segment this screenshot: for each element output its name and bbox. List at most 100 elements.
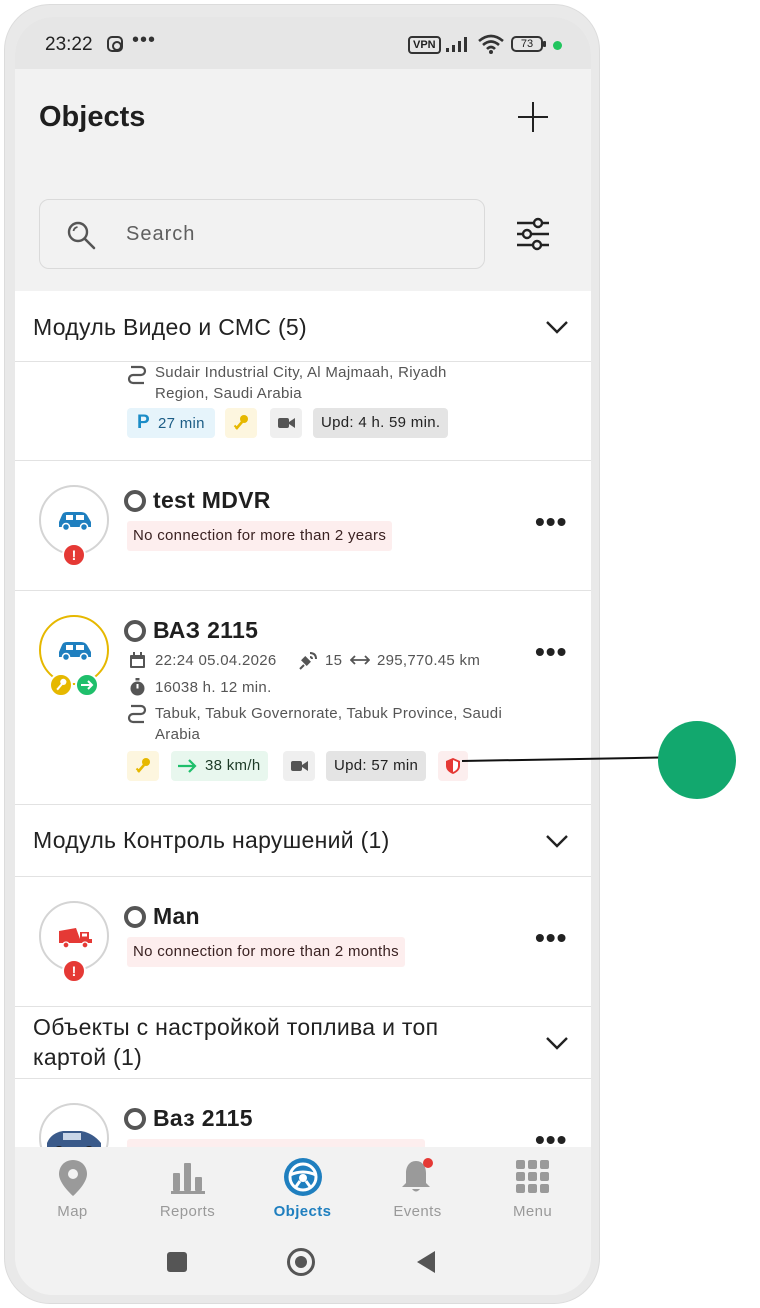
more-options-button[interactable]: ••• — [535, 508, 566, 538]
connection-status-icon — [124, 620, 146, 642]
camera-chip — [283, 751, 315, 781]
tab-objects[interactable]: Objects — [245, 1147, 360, 1223]
more-options-button[interactable]: ••• — [535, 924, 566, 954]
instagram-icon — [107, 36, 123, 52]
object-card-test-mdvr[interactable]: ! test MDVR No connection for more than … — [15, 461, 591, 591]
recent-apps-square-icon[interactable] — [167, 1252, 187, 1272]
updated-chip: Upd: 4 h. 59 min. — [313, 408, 449, 438]
connection-status-icon — [124, 490, 146, 512]
last-message-datetime: 22:24 05.04.2026 — [155, 652, 277, 669]
moving-badge-icon — [75, 673, 99, 697]
route-icon — [127, 704, 147, 724]
object-name: ВАЗ 2115 — [153, 617, 259, 643]
object-card-man[interactable]: ! Man No connection for more than 2 mont… — [15, 877, 591, 1007]
engine-hours-stopwatch-icon — [130, 678, 145, 696]
vpn-badge: VPN — [408, 36, 441, 54]
tab-label: Events — [393, 1203, 442, 1220]
group-header-video-sms[interactable]: Модуль Видео и СМС (5) — [15, 291, 591, 362]
ignition-chip — [225, 408, 257, 438]
object-card-vaz-2115-photo[interactable]: Ваз 2115 ••• — [15, 1079, 591, 1147]
satellite-icon — [299, 652, 317, 670]
object-address: Sudair Industrial City, Al Majmaah, Riya… — [155, 364, 447, 402]
video-camera-icon — [278, 418, 295, 428]
object-name: test MDVR — [153, 487, 271, 513]
speed-chip: 38 km/h — [171, 751, 269, 781]
route-icon — [127, 365, 147, 385]
search-icon — [67, 221, 96, 250]
car-icon — [59, 512, 91, 531]
connection-warning — [127, 1139, 425, 1147]
shield-icon — [446, 758, 460, 774]
chevron-down-icon[interactable] — [545, 315, 569, 339]
home-circle-icon[interactable] — [287, 1248, 315, 1276]
more-options-button[interactable]: ••• — [535, 638, 566, 668]
grid-icon — [516, 1160, 549, 1193]
engine-hours: 16038 h. 12 min. — [155, 679, 272, 696]
speed-value: 38 km/h — [205, 757, 261, 774]
connection-warning: No connection for more than 2 years — [127, 521, 393, 551]
updated-chip: Upd: 57 min — [326, 751, 427, 781]
group-header-fuel-settings[interactable]: Объекты с настройкой топлива и топ карто… — [15, 1007, 591, 1079]
tab-label: Menu — [512, 1203, 553, 1220]
connection-status-icon — [124, 906, 146, 928]
status-time: 23:22 — [45, 34, 93, 55]
add-object-button[interactable] — [515, 99, 551, 135]
more-notifications-icon: ••• — [132, 29, 157, 51]
search-input[interactable] — [126, 216, 456, 252]
chevron-down-icon[interactable] — [545, 829, 569, 853]
app-screen: 23:22 ••• VPN 73 Objects Search Модуль В… — [15, 17, 591, 1295]
tab-reports[interactable]: Reports — [130, 1147, 245, 1223]
mileage-arrows-icon — [350, 655, 370, 665]
parking-duration: 27 min — [157, 415, 205, 432]
more-options-button[interactable]: ••• — [535, 1126, 566, 1148]
parking-icon: P — [137, 412, 150, 433]
shield-chip[interactable] — [438, 751, 468, 781]
key-icon — [135, 758, 150, 773]
tab-label: Reports — [159, 1203, 216, 1220]
video-camera-icon — [291, 761, 308, 771]
wifi-icon — [478, 34, 504, 54]
bar-chart-icon — [171, 1163, 205, 1194]
bottom-tab-bar: Map Reports Objects Events Menu — [15, 1147, 591, 1223]
tab-map[interactable]: Map — [15, 1147, 130, 1223]
alert-badge: ! — [62, 543, 86, 567]
tab-label: Objects — [273, 1203, 332, 1220]
mileage: 295,770.45 km — [377, 652, 481, 669]
group-header-violations[interactable]: Модуль Контроль нарушений (1) — [15, 805, 591, 877]
connection-status-icon — [124, 1108, 146, 1130]
filter-sliders-icon[interactable] — [515, 217, 551, 251]
group-title: Объекты с настройкой топлива и топ карто… — [33, 1014, 439, 1070]
bell-icon — [402, 1158, 433, 1192]
object-list[interactable]: Модуль Видео и СМС (5) Sudair Industrial… — [15, 291, 591, 1147]
object-card-partial[interactable]: Sudair Industrial City, Al Majmaah, Riya… — [15, 362, 591, 461]
alert-badge: ! — [62, 959, 86, 983]
system-navigation-bar — [15, 1223, 591, 1295]
object-avatar: ! — [39, 901, 109, 983]
group-title: Модуль Контроль нарушений (1) — [33, 827, 390, 853]
satellite-count: 15 — [325, 652, 343, 669]
ignition-chip — [127, 751, 159, 781]
truck-icon — [59, 928, 92, 949]
privacy-indicator-dot — [553, 41, 562, 50]
battery-icon: 73 — [511, 36, 546, 52]
chevron-down-icon[interactable] — [545, 1031, 569, 1055]
car-photo-icon — [47, 1131, 101, 1147]
tab-label: Map — [57, 1203, 88, 1220]
calendar-icon — [130, 652, 145, 668]
steering-wheel-icon — [284, 1158, 322, 1196]
tab-events[interactable]: Events — [360, 1147, 475, 1223]
parking-chip: P 27 min — [127, 408, 215, 438]
page-title: Objects — [39, 101, 146, 133]
phone-frame: 23:22 ••• VPN 73 Objects Search Модуль В… — [4, 4, 600, 1304]
group-title: Модуль Видео и СМС (5) — [33, 314, 307, 340]
tab-menu[interactable]: Menu — [475, 1147, 590, 1223]
key-icon — [233, 415, 248, 430]
callout-marker — [658, 721, 736, 799]
arrow-right-icon — [178, 759, 197, 773]
object-name: Ваз 2115 — [153, 1105, 253, 1131]
back-triangle-icon[interactable] — [415, 1250, 437, 1274]
object-avatar — [39, 615, 109, 697]
connection-warning: No connection for more than 2 months — [127, 937, 405, 967]
object-card-vaz-2115[interactable]: ВАЗ 2115 ••• 22:24 05.04.2026 15 295,770… — [15, 591, 591, 805]
search-box[interactable] — [39, 199, 485, 269]
